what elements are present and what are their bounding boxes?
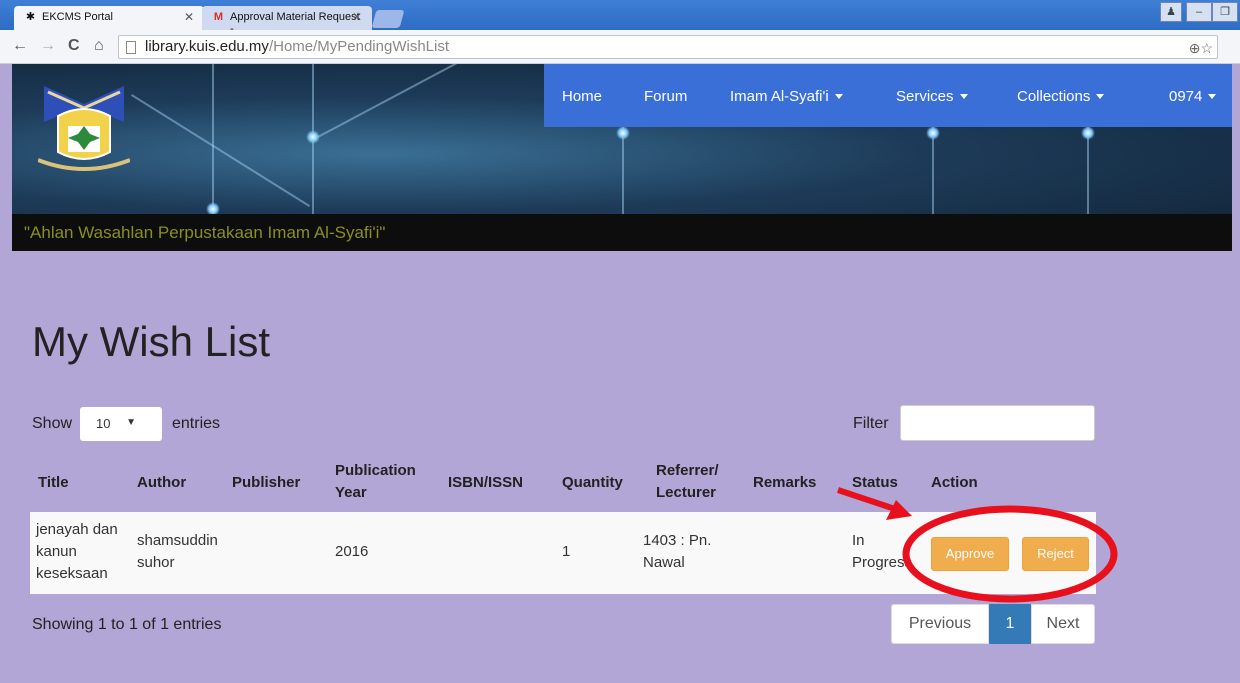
cell-line: In [852,532,865,549]
page-title: My Wish List [32,318,271,365]
cell-status: In Progress [852,530,912,574]
cell-line: keseksaan [36,565,108,582]
cell-line: suhor [137,554,175,571]
column-header-referrer[interactable]: Referrer/Lecturer [656,460,719,504]
caret-down-icon [834,94,843,99]
show-label: Show [32,415,73,432]
page-length-value: 10 [96,416,111,431]
pagination-next[interactable]: Next [1031,604,1095,644]
table-info: Showing 1 to 1 of 1 entries [32,616,222,633]
welcome-text: "Ahlan Wasahlan Perpustakaan Imam Al-Sya… [24,223,386,242]
pagination-previous[interactable]: Previous [891,604,989,644]
column-header-remarks[interactable]: Remarks [753,472,816,494]
nav-imam-al-syafii[interactable]: Imam Al-Syafi'i [730,88,843,105]
column-header-action: Action [931,474,978,491]
kuis-logo [38,86,130,171]
nav-label: Services [896,88,954,105]
filter-label: Filter [853,415,889,432]
cell-quantity: 1 [562,543,571,560]
cell-line: jenayah dan [36,521,118,538]
cell-line: shamsuddin [137,532,218,549]
cell-year: 2016 [335,543,369,560]
header-line: Publication [335,462,416,479]
column-header-publication-year[interactable]: Publication Year [335,460,416,504]
minimize-button[interactable]: – [1186,2,1212,22]
cell-line: Progress [852,554,913,571]
cell-referrer: 1403 : Pn. Nawal [643,530,711,574]
column-header-quantity[interactable]: Quantity [562,472,623,494]
column-header-status[interactable]: Status [852,472,898,494]
approve-button[interactable]: Approve [931,537,1009,571]
tab-title: EKCMS Portal [42,11,113,23]
main-navbar: Home Forum Imam Al-Syafi'i Services Coll… [544,64,1232,127]
nav-forum[interactable]: Forum [644,88,687,105]
url-path: /Home/MyPendingWishList [268,38,450,55]
address-bar[interactable]: library.kuis.edu.my/Home/MyPendingWishLi… [118,35,1218,59]
caret-down-icon [959,94,968,99]
forward-arrow-icon[interactable]: → [40,37,56,55]
nav-home[interactable]: Home [562,88,602,105]
column-header-isbn[interactable]: ISBN/ISSN [448,472,523,494]
home-icon[interactable]: ⌂ [94,37,104,55]
cell-line: kanun [36,543,77,560]
cell-line: Nawal [643,554,685,571]
header-line: Year [335,484,367,501]
pagination-page-1[interactable]: 1 [989,604,1031,644]
portal-favicon-icon: ✱ [25,11,36,23]
column-header-author[interactable]: Author [137,472,186,494]
header-line: Lecturer [656,484,717,501]
browser-toolbar: ← → C ⌂ library.kuis.edu.my/Home/MyPendi… [0,30,1240,64]
entries-label: entries [172,415,221,432]
cell-title: jenayah dan kanun keseksaan [36,519,118,585]
header-line: Referrer/ [656,462,719,479]
url-host: library.kuis.edu.my [145,38,269,55]
welcome-marquee: "Ahlan Wasahlan Perpustakaan Imam Al-Sya… [12,214,1232,251]
reject-button[interactable]: Reject [1022,537,1089,571]
browser-tab-approval[interactable]: M Approval Material Request - ✕ [202,6,372,35]
maximize-button[interactable]: ❐ [1212,2,1238,22]
filter-input[interactable] [900,405,1095,441]
browser-tab-ekcms[interactable]: ✱ EKCMS Portal ✕ [14,6,204,30]
cell-line: 1403 : Pn. [643,532,712,549]
nav-label: Collections [1017,88,1091,105]
nav-collections[interactable]: Collections [1017,88,1105,105]
close-tab-icon[interactable]: ✕ [352,10,362,24]
dropdown-arrow-icon: ▼ [126,417,136,428]
reload-icon[interactable]: C [68,37,80,55]
browser-tab-bar: ✱ EKCMS Portal ✕ M Approval Material Req… [0,0,1240,35]
zoom-and-star-icon[interactable]: ⊕☆ [1189,37,1213,59]
nav-label: 0974 [1169,88,1203,105]
nav-services[interactable]: Services [896,88,968,105]
user-icon[interactable]: ♟ [1160,2,1182,22]
cell-author: shamsuddin suhor [137,530,218,574]
caret-down-icon [1096,94,1105,99]
close-tab-icon[interactable]: ✕ [184,10,194,24]
nav-label: Imam Al-Syafi'i [730,88,829,105]
column-header-title[interactable]: Title [38,472,69,494]
back-arrow-icon[interactable]: ← [12,37,28,55]
gmail-favicon-icon: M [213,11,224,23]
column-header-publisher[interactable]: Publisher [232,472,300,494]
page-length-select[interactable]: 10 ▼ [80,407,162,441]
caret-down-icon [1208,94,1217,99]
new-tab-button[interactable] [371,10,405,28]
page-icon [126,41,136,54]
nav-user-account[interactable]: 0974 [1169,88,1217,105]
